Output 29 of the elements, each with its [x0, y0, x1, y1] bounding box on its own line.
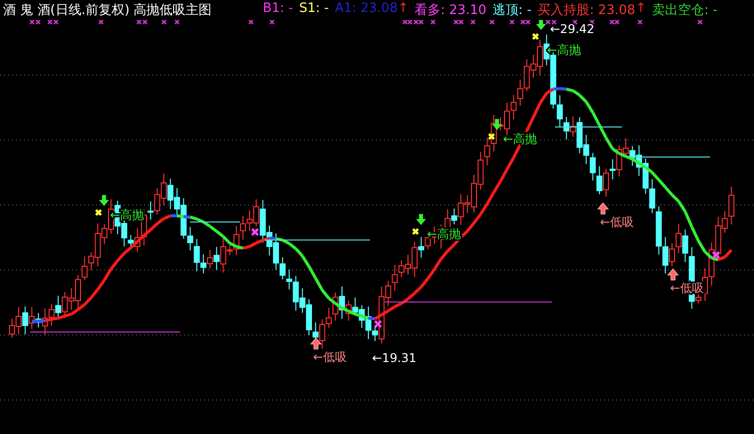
up-arrow-icon — [310, 337, 322, 350]
level-line — [554, 126, 622, 128]
indicator-value: S1: - — [299, 1, 329, 18]
down-arrow-icon — [99, 195, 109, 206]
cross-mark-icon — [412, 228, 420, 236]
up-arrow-icon — [667, 268, 679, 280]
cross-mark-icon — [532, 32, 540, 40]
indicator-value: 买入持股: 23.08 — [538, 2, 636, 19]
cross-mark-icon — [488, 132, 496, 140]
indicator-value: 卖出空仓: - — [652, 2, 718, 19]
chart-title: 酒 鬼 酒(日线.前复权) 高抛低吸主图 — [3, 2, 212, 19]
down-arrow-icon — [416, 214, 426, 225]
cross-mark-icon — [374, 320, 382, 328]
high-price-label: ←29.42 — [550, 22, 594, 36]
down-arrow-icon — [536, 20, 546, 30]
down-arrow-icon — [492, 119, 502, 130]
low-price-label: ←19.31 — [372, 351, 416, 365]
indicator-value: A1: 23.08 — [334, 1, 398, 18]
up-arrow-icon — [597, 202, 609, 214]
indicator-value: 逃顶: - — [492, 2, 532, 19]
cross-mark-icon — [712, 250, 720, 260]
indicator-value: B1: - — [262, 1, 294, 18]
cross-mark-icon — [250, 228, 260, 236]
buy-signal-label: ←低吸 — [313, 350, 348, 364]
up-arrow-icon: ↑ — [398, 1, 409, 19]
indicator-value: 看多: 23.10 — [414, 2, 486, 19]
cross-mark-icon — [94, 208, 102, 216]
up-arrow-icon: ↑ — [635, 1, 646, 19]
buy-signal-label: ←低吸 — [600, 215, 634, 229]
